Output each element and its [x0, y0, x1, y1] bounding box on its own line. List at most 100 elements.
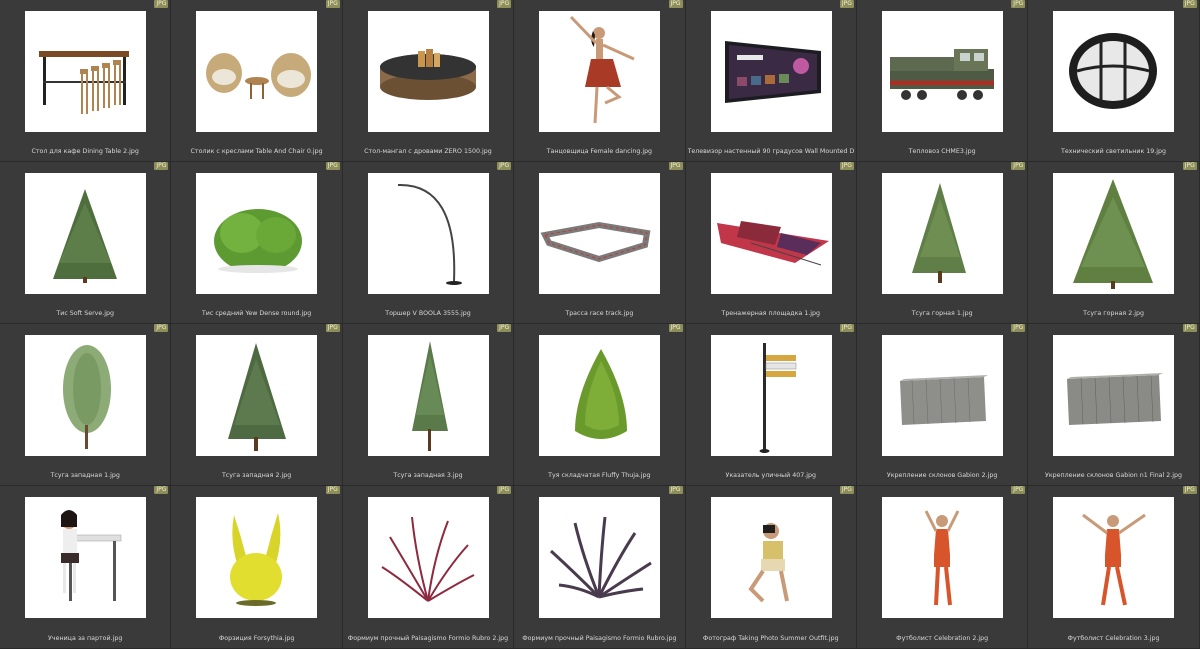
file-name: Тсуга горная 2.jpg — [1083, 310, 1144, 317]
file-name: Укрепление склонов Gabion 2.jpg — [886, 472, 998, 479]
dancer-icon — [539, 11, 661, 132]
purple-grass-icon — [539, 497, 661, 618]
thumbnail-tile[interactable]: JPG Стол-мангал с дровами ZERO 1500.jpg — [342, 0, 515, 162]
tall-conifer-icon — [367, 335, 489, 456]
thumbnail-tile[interactable]: JPG Телевизор настенный 90 градусов Wall… — [685, 0, 857, 162]
thumbnail-tile[interactable]: JPG Тепловоз CHME3.jpg — [856, 0, 1029, 162]
yellow-shrub-icon — [196, 497, 318, 618]
thumbnail-tile[interactable]: JPG Формиум прочный Paisagismo Formio Ru… — [342, 486, 515, 649]
file-name: Фотограф Taking Photo Summer Outfit.jpg — [702, 635, 839, 642]
fire-pit-icon — [367, 11, 489, 132]
arc-floor-lamp-icon — [367, 173, 489, 294]
file-type-badge: JPG — [325, 324, 340, 332]
round-shrub-icon — [196, 173, 318, 294]
file-type-badge: JPG — [668, 324, 683, 332]
file-name: Форзиция Forsythia.jpg — [218, 635, 295, 642]
thuja-cone-icon — [539, 335, 661, 456]
file-type-badge: JPG — [497, 486, 512, 494]
file-name: Укрепление склонов Gabion n1 Final 2.jpg — [1045, 472, 1183, 479]
thumbnail-tile[interactable]: JPG Тис средний Yew Dense round.jpg — [171, 162, 343, 324]
file-type-badge: JPG — [668, 162, 683, 170]
file-name: Тсуга горная 1.jpg — [911, 310, 973, 317]
file-type-badge: JPG — [668, 0, 683, 8]
file-type-badge: JPG — [1011, 0, 1026, 8]
thumbnail-tile[interactable]: JPG Тсуга горная 2.jpg — [1028, 162, 1200, 324]
thumbnail-tile[interactable]: JPG Туя складчатая Fluffy Thuja.jpg — [514, 324, 686, 486]
file-type-badge: JPG — [497, 0, 512, 8]
file-type-badge: JPG — [497, 162, 512, 170]
thumbnail-tile[interactable]: JPG Трасса race track.jpg — [514, 162, 686, 324]
file-name: Указатель уличный 407.jpg — [725, 472, 817, 479]
file-name: Стол для кафе Dining Table 2.jpg — [31, 148, 139, 155]
file-name: Тис средний Yew Dense round.jpg — [201, 310, 312, 317]
footballer-icon — [881, 497, 1003, 618]
file-type-badge: JPG — [1011, 162, 1026, 170]
file-type-badge: JPG — [1182, 324, 1197, 332]
thumbnail-tile[interactable]: JPG Футболист Celebration 2.jpg — [856, 486, 1029, 649]
thumbnail-tile[interactable]: JPG Торшер V BOOLA 3555.jpg — [342, 162, 515, 324]
file-name: Тепловоз CHME3.jpg — [908, 148, 976, 155]
file-type-badge: JPG — [154, 162, 169, 170]
file-name: Ученица за партой.jpg — [48, 635, 123, 642]
thumbnail-tile[interactable]: JPG Укрепление склонов Gabion 2.jpg — [856, 324, 1029, 486]
file-name: Столик с креслами Table And Chair 0.jpg — [190, 148, 323, 155]
file-type-badge: JPG — [325, 162, 340, 170]
thumbnail-tile[interactable]: JPG Тсуга западная 1.jpg — [0, 324, 172, 486]
file-type-badge: JPG — [1182, 0, 1197, 8]
fir-tree-icon — [25, 173, 146, 294]
conifer-tree-icon — [196, 335, 318, 456]
file-name: Стол-мангал с дровами ZERO 1500.jpg — [364, 148, 492, 155]
sparse-tree-icon — [25, 335, 146, 456]
thumbnail-tile[interactable]: JPG Тис Soft Serve.jpg — [0, 162, 172, 324]
file-name: Торшер V BOOLA 3555.jpg — [385, 310, 471, 317]
file-type-badge: JPG — [1182, 486, 1197, 494]
thumbnail-tile[interactable]: JPG Танцовщица Female dancing.jpg — [514, 0, 686, 162]
bar-table-icon — [25, 11, 146, 132]
thumbnail-tile[interactable]: JPG Столик с креслами Table And Chair 0.… — [171, 0, 343, 162]
bulkhead-lamp-icon — [1053, 11, 1175, 132]
thumbnail-tile[interactable]: JPG Ученица за партой.jpg — [0, 486, 172, 649]
street-sign-icon — [710, 335, 832, 456]
thumbnail-tile[interactable]: JPG Футболист Celebration 3.jpg — [1028, 486, 1200, 649]
play-structure-icon — [710, 173, 832, 294]
file-type-badge: JPG — [668, 486, 683, 494]
thumbnail-tile[interactable]: JPG Стол для кафе Dining Table 2.jpg — [0, 0, 172, 162]
file-type-badge: JPG — [325, 0, 340, 8]
conifer-tree-icon — [881, 173, 1003, 294]
file-name: Футболист Celebration 3.jpg — [1067, 635, 1160, 642]
file-name: Танцовщица Female dancing.jpg — [546, 148, 653, 155]
photographer-icon — [710, 497, 832, 618]
file-type-badge: JPG — [1011, 486, 1026, 494]
thumbnail-tile[interactable]: JPG Тренажерная площадка 1.jpg — [685, 162, 857, 324]
file-type-badge: JPG — [154, 0, 169, 8]
file-name: Тсуга западная 2.jpg — [221, 472, 292, 479]
file-name: Тис Soft Serve.jpg — [56, 310, 115, 317]
file-type-badge: JPG — [839, 486, 854, 494]
conifer-tree-icon — [1053, 173, 1175, 294]
locomotive-icon — [881, 11, 1003, 132]
file-type-badge: JPG — [1011, 324, 1026, 332]
file-name: Телевизор настенный 90 градусов Wall Mou… — [687, 148, 854, 155]
thumbnail-tile[interactable]: JPG Указатель уличный 407.jpg — [685, 324, 857, 486]
file-type-badge: JPG — [154, 486, 169, 494]
gabion-icon — [881, 335, 1003, 456]
file-type-badge: JPG — [839, 0, 854, 8]
thumbnail-tile[interactable]: JPG Форзиция Forsythia.jpg — [171, 486, 343, 649]
thumbnail-tile[interactable]: JPG Тсуга западная 2.jpg — [171, 324, 343, 486]
footballer-icon — [1053, 497, 1175, 618]
file-name: Тренажерная площадка 1.jpg — [721, 310, 821, 317]
race-track-icon — [539, 173, 661, 294]
thumbnail-tile[interactable]: JPG Укрепление склонов Gabion n1 Final 2… — [1028, 324, 1200, 486]
file-name: Трасса race track.jpg — [565, 310, 634, 317]
file-name: Туя складчатая Fluffy Thuja.jpg — [548, 472, 651, 479]
file-type-badge: JPG — [154, 324, 169, 332]
file-type-badge: JPG — [497, 324, 512, 332]
thumbnail-tile[interactable]: JPG Формиум прочный Paisagismo Formio Ru… — [514, 486, 686, 649]
gabion-icon — [1053, 335, 1175, 456]
thumbnail-tile[interactable]: JPG Технический светильник 19.jpg — [1028, 0, 1200, 162]
thumbnail-tile[interactable]: JPG Тсуга западная 3.jpg — [342, 324, 515, 486]
thumbnail-tile[interactable]: JPG Тсуга горная 1.jpg — [856, 162, 1029, 324]
thumbnail-tile[interactable]: JPG Фотограф Taking Photo Summer Outfit.… — [685, 486, 857, 649]
file-name: Формиум прочный Paisagismo Formio Rubro … — [347, 635, 509, 642]
thumbnail-grid: JPG Стол для кафе Dining Table 2.jpg JPG — [0, 0, 1200, 649]
